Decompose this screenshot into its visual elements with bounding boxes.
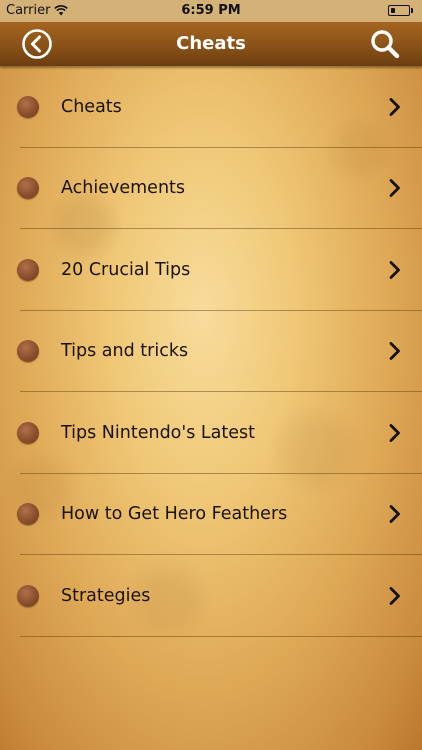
list-item[interactable]: Strategies	[0, 555, 422, 637]
menu-list: Cheats Achievements 20 Crucial Tips Tips an…	[0, 66, 422, 637]
magnifying-glass-icon	[371, 30, 400, 59]
list-item-label: Cheats	[61, 96, 122, 117]
list-item-label: Strategies	[61, 585, 151, 606]
chevron-right-icon	[389, 97, 400, 116]
search-button[interactable]	[369, 28, 401, 60]
page-title: Cheats	[176, 33, 246, 54]
brown-circle-icon	[17, 421, 39, 444]
carrier-label: Carrier	[6, 3, 51, 18]
brown-circle-icon	[17, 95, 39, 118]
list-item[interactable]: 20 Crucial Tips	[0, 229, 422, 311]
battery-body	[388, 5, 410, 16]
chevron-right-icon	[389, 179, 400, 198]
list-item-label: How to Get Hero Feathers	[61, 504, 288, 525]
brown-circle-icon	[17, 340, 39, 363]
status-time: 6:59 PM	[181, 3, 241, 18]
list-item-label: Tips Nintendo's Latest	[61, 422, 255, 443]
row-separator	[20, 635, 422, 637]
list-item[interactable]: Tips and tricks	[0, 311, 422, 392]
chevron-right-icon	[389, 505, 400, 524]
list-item[interactable]: How to Get Hero Feathers	[0, 474, 422, 555]
wifi-icon	[54, 5, 69, 16]
chevron-right-icon	[389, 586, 400, 605]
brown-circle-icon	[17, 584, 39, 607]
list-item-label: Tips and tricks	[61, 341, 189, 362]
status-left: Carrier	[6, 3, 69, 18]
chevron-right-icon	[389, 423, 400, 442]
brown-circle-icon	[17, 177, 39, 200]
battery-tip	[411, 8, 413, 13]
battery-fill	[391, 8, 395, 13]
navigation-bar: Cheats	[0, 22, 422, 66]
chevron-right-icon	[389, 342, 400, 361]
list-item[interactable]: Cheats	[0, 66, 422, 148]
list-item-label: Achievements	[61, 178, 186, 199]
battery-icon	[388, 5, 414, 17]
brown-circle-icon	[17, 258, 39, 281]
brown-circle-icon	[17, 503, 39, 526]
status-bar: Carrier 6:59 PM	[0, 0, 422, 22]
list-item[interactable]: Tips Nintendo's Latest	[0, 392, 422, 474]
list-item-label: 20 Crucial Tips	[61, 259, 191, 280]
list-item[interactable]: Achievements	[0, 148, 422, 229]
chevron-right-icon	[389, 260, 400, 279]
